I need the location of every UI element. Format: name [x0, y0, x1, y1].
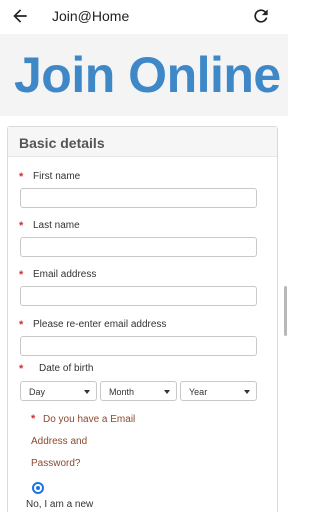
- required-marker: *: [19, 220, 24, 232]
- radio-selected-dot: [36, 486, 40, 490]
- dob-year-select[interactable]: Year: [180, 381, 257, 401]
- account-question-line1: Do you have a Email: [43, 414, 136, 425]
- email-confirm-input[interactable]: [20, 336, 257, 356]
- chevron-down-icon: [164, 390, 170, 394]
- chevron-down-icon: [244, 390, 250, 394]
- dob-day-value: Day: [29, 387, 46, 397]
- new-user-option-label: No, I am a new: [26, 499, 94, 510]
- basic-details-card: Basic details * First name * Last name *…: [7, 126, 278, 512]
- dob-year-value: Year: [189, 387, 208, 397]
- first-name-input[interactable]: [20, 188, 257, 208]
- app-title: Join@Home: [52, 8, 130, 24]
- email-confirm-label: Please re-enter email address: [33, 319, 167, 330]
- email-input[interactable]: [20, 286, 257, 306]
- dob-day-select[interactable]: Day: [20, 381, 97, 401]
- required-marker: *: [19, 269, 24, 281]
- email-label: Email address: [33, 269, 97, 280]
- first-name-label: First name: [33, 171, 81, 182]
- account-question-line2: Address and: [31, 436, 88, 447]
- required-marker: *: [19, 363, 24, 375]
- back-arrow-icon[interactable]: [10, 6, 30, 26]
- dob-month-value: Month: [109, 387, 135, 397]
- app-bar: Join@Home: [0, 0, 288, 34]
- dob-month-select[interactable]: Month: [100, 381, 177, 401]
- required-marker: *: [19, 171, 24, 183]
- hero-heading: Join Online: [14, 47, 281, 103]
- last-name-label: Last name: [33, 220, 80, 231]
- required-marker: *: [31, 413, 36, 425]
- chevron-down-icon: [84, 390, 90, 394]
- account-question-line3: Password?: [31, 458, 81, 469]
- refresh-icon[interactable]: [251, 6, 271, 26]
- required-marker: *: [19, 319, 24, 331]
- card-header: Basic details: [8, 127, 277, 157]
- last-name-input[interactable]: [20, 237, 257, 257]
- scrollbar[interactable]: [284, 286, 287, 336]
- new-user-radio[interactable]: [32, 482, 44, 494]
- dob-label: Date of birth: [39, 363, 94, 374]
- section-title: Basic details: [19, 135, 105, 151]
- hero-banner: Join Online: [0, 34, 288, 116]
